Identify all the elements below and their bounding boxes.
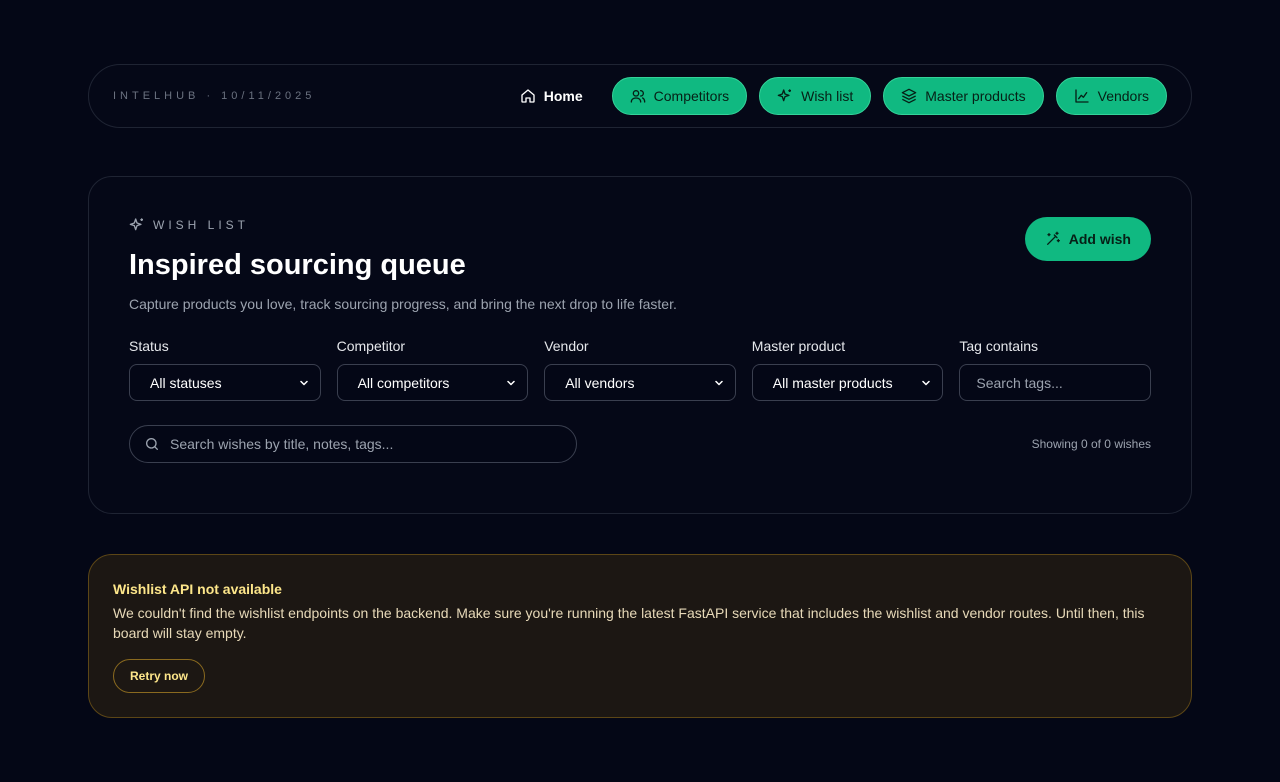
competitor-filter: Competitor All competitors xyxy=(336,338,529,401)
layers-icon xyxy=(901,88,917,104)
chart-icon xyxy=(1074,89,1089,103)
competitor-select[interactable]: All competitors xyxy=(336,364,529,401)
wishlist-card: WISH LIST Inspired sourcing queue Captur… xyxy=(88,176,1192,514)
tag-filter: Tag contains Search tags... xyxy=(959,338,1151,401)
results-count: Showing 0 of 0 wishes xyxy=(1031,437,1151,451)
tag-filter-label: Tag contains xyxy=(959,338,1038,354)
add-wish-label: Add wish xyxy=(1068,231,1131,247)
nav-vendors-button[interactable]: Vendors xyxy=(1055,77,1167,115)
master-product-select-value: All master products xyxy=(772,374,893,391)
page-subtitle: Capture products you love, track sourcin… xyxy=(129,296,677,312)
nav-home-link[interactable]: Home xyxy=(520,88,583,104)
search-row: Search wishes by title, notes, tags... S… xyxy=(129,425,1151,463)
chevron-down-icon xyxy=(299,380,308,385)
master-product-filter: Master product All master products xyxy=(751,338,944,401)
status-filter: Status All statuses xyxy=(129,338,321,401)
vendor-filter: Vendor All vendors xyxy=(544,338,736,401)
status-select-value: All statuses xyxy=(150,374,222,391)
vendor-select[interactable]: All vendors xyxy=(544,364,736,401)
brand-label: INTELHUB · 10/11/2025 xyxy=(113,90,316,102)
master-product-select[interactable]: All master products xyxy=(751,364,944,401)
wishlist-eyebrow-label: WISH LIST xyxy=(153,218,250,232)
wish-search-placeholder: Search wishes by title, notes, tags... xyxy=(170,436,394,452)
status-filter-label: Status xyxy=(129,338,169,354)
chevron-down-icon xyxy=(507,380,515,385)
home-icon xyxy=(521,89,535,103)
tag-search-placeholder: Search tags... xyxy=(976,374,1063,391)
search-icon xyxy=(146,438,158,450)
nav-vendors-label: Vendors xyxy=(1097,88,1149,104)
users-icon xyxy=(630,90,645,103)
filters-row: Status All statuses Competitor All compe… xyxy=(129,338,1151,401)
api-warning-alert: Wishlist API not available We couldn't f… xyxy=(88,554,1192,718)
vendor-select-value: All vendors xyxy=(565,374,635,391)
nav-master-products-label: Master products xyxy=(925,88,1026,104)
competitor-filter-label: Competitor xyxy=(336,338,406,354)
magic-wand-icon xyxy=(1046,231,1060,245)
add-wish-button[interactable]: Add wish xyxy=(1024,217,1151,261)
nav-home-label: Home xyxy=(543,88,583,104)
page-title: Inspired sourcing queue xyxy=(129,249,466,281)
chevron-down-icon xyxy=(715,380,723,385)
nav-wishlist-button[interactable]: Wish list xyxy=(759,77,872,115)
sparkles-icon xyxy=(129,218,143,231)
alert-body: We couldn't find the wishlist endpoints … xyxy=(113,605,1145,641)
nav-master-products-button[interactable]: Master products xyxy=(883,77,1044,115)
wish-search-input[interactable]: Search wishes by title, notes, tags... xyxy=(129,425,577,463)
wishlist-eyebrow: WISH LIST xyxy=(129,217,1151,233)
nav-links: Home Competitors Wish list Master produc… xyxy=(520,77,1167,115)
nav-competitors-label: Competitors xyxy=(653,88,730,104)
vendor-filter-label: Vendor xyxy=(544,338,589,354)
competitor-select-value: All competitors xyxy=(357,374,450,391)
alert-title: Wishlist API not available xyxy=(113,581,282,597)
nav-competitors-button[interactable]: Competitors xyxy=(611,77,748,115)
retry-button[interactable]: Retry now xyxy=(113,659,206,693)
master-product-filter-label: Master product xyxy=(751,338,846,354)
chevron-down-icon xyxy=(922,380,931,385)
tag-search-input[interactable]: Search tags... xyxy=(959,364,1151,401)
sparkles-icon xyxy=(777,89,792,102)
status-select[interactable]: All statuses xyxy=(129,364,321,401)
nav-wishlist-label: Wish list xyxy=(801,88,854,104)
top-nav: INTELHUB · 10/11/2025 Home Competitors W… xyxy=(88,64,1192,128)
